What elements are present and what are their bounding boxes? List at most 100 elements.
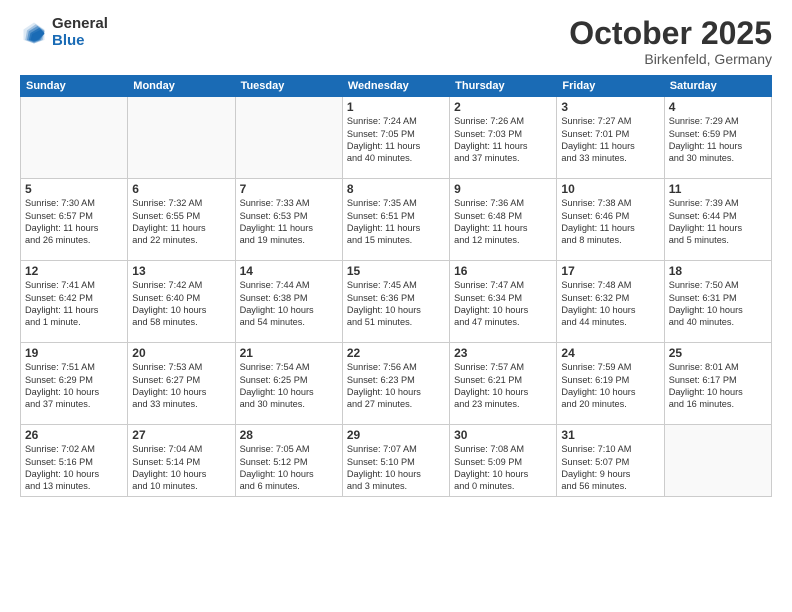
calendar-day-cell: 6Sunrise: 7:32 AM Sunset: 6:55 PM Daylig… xyxy=(128,179,235,261)
calendar-week-row: 5Sunrise: 7:30 AM Sunset: 6:57 PM Daylig… xyxy=(21,179,772,261)
day-number: 12 xyxy=(25,264,123,278)
calendar-day-cell: 1Sunrise: 7:24 AM Sunset: 7:05 PM Daylig… xyxy=(342,97,449,179)
day-info: Sunrise: 7:50 AM Sunset: 6:31 PM Dayligh… xyxy=(669,279,767,329)
day-info: Sunrise: 7:29 AM Sunset: 6:59 PM Dayligh… xyxy=(669,115,767,165)
calendar-day-cell xyxy=(128,97,235,179)
day-info: Sunrise: 7:38 AM Sunset: 6:46 PM Dayligh… xyxy=(561,197,659,247)
day-number: 4 xyxy=(669,100,767,114)
day-info: Sunrise: 7:24 AM Sunset: 7:05 PM Dayligh… xyxy=(347,115,445,165)
day-number: 2 xyxy=(454,100,552,114)
day-number: 7 xyxy=(240,182,338,196)
calendar-day-cell: 27Sunrise: 7:04 AM Sunset: 5:14 PM Dayli… xyxy=(128,425,235,497)
calendar-day-cell: 20Sunrise: 7:53 AM Sunset: 6:27 PM Dayli… xyxy=(128,343,235,425)
location-subtitle: Birkenfeld, Germany xyxy=(569,51,772,67)
day-info: Sunrise: 7:04 AM Sunset: 5:14 PM Dayligh… xyxy=(132,443,230,493)
day-number: 15 xyxy=(347,264,445,278)
day-info: Sunrise: 7:57 AM Sunset: 6:21 PM Dayligh… xyxy=(454,361,552,411)
calendar-day-cell: 11Sunrise: 7:39 AM Sunset: 6:44 PM Dayli… xyxy=(664,179,771,261)
day-number: 26 xyxy=(25,428,123,442)
day-number: 17 xyxy=(561,264,659,278)
weekday-header-monday: Monday xyxy=(128,76,235,97)
calendar-day-cell xyxy=(664,425,771,497)
day-number: 25 xyxy=(669,346,767,360)
day-info: Sunrise: 7:27 AM Sunset: 7:01 PM Dayligh… xyxy=(561,115,659,165)
weekday-header-row: SundayMondayTuesdayWednesdayThursdayFrid… xyxy=(21,76,772,97)
day-info: Sunrise: 7:48 AM Sunset: 6:32 PM Dayligh… xyxy=(561,279,659,329)
day-number: 27 xyxy=(132,428,230,442)
day-info: Sunrise: 7:42 AM Sunset: 6:40 PM Dayligh… xyxy=(132,279,230,329)
logo-general-text: General xyxy=(52,16,108,33)
day-info: Sunrise: 7:54 AM Sunset: 6:25 PM Dayligh… xyxy=(240,361,338,411)
day-info: Sunrise: 7:45 AM Sunset: 6:36 PM Dayligh… xyxy=(347,279,445,329)
calendar-day-cell: 23Sunrise: 7:57 AM Sunset: 6:21 PM Dayli… xyxy=(450,343,557,425)
calendar-week-row: 1Sunrise: 7:24 AM Sunset: 7:05 PM Daylig… xyxy=(21,97,772,179)
day-number: 19 xyxy=(25,346,123,360)
calendar-day-cell: 22Sunrise: 7:56 AM Sunset: 6:23 PM Dayli… xyxy=(342,343,449,425)
weekday-header-tuesday: Tuesday xyxy=(235,76,342,97)
day-number: 28 xyxy=(240,428,338,442)
day-number: 5 xyxy=(25,182,123,196)
day-number: 9 xyxy=(454,182,552,196)
day-info: Sunrise: 7:41 AM Sunset: 6:42 PM Dayligh… xyxy=(25,279,123,329)
calendar-day-cell: 30Sunrise: 7:08 AM Sunset: 5:09 PM Dayli… xyxy=(450,425,557,497)
calendar-day-cell: 5Sunrise: 7:30 AM Sunset: 6:57 PM Daylig… xyxy=(21,179,128,261)
calendar-day-cell: 29Sunrise: 7:07 AM Sunset: 5:10 PM Dayli… xyxy=(342,425,449,497)
day-info: Sunrise: 7:10 AM Sunset: 5:07 PM Dayligh… xyxy=(561,443,659,493)
calendar-day-cell: 7Sunrise: 7:33 AM Sunset: 6:53 PM Daylig… xyxy=(235,179,342,261)
calendar-day-cell: 15Sunrise: 7:45 AM Sunset: 6:36 PM Dayli… xyxy=(342,261,449,343)
calendar-table: SundayMondayTuesdayWednesdayThursdayFrid… xyxy=(20,75,772,497)
day-number: 8 xyxy=(347,182,445,196)
calendar-day-cell: 13Sunrise: 7:42 AM Sunset: 6:40 PM Dayli… xyxy=(128,261,235,343)
calendar-day-cell: 25Sunrise: 8:01 AM Sunset: 6:17 PM Dayli… xyxy=(664,343,771,425)
day-number: 21 xyxy=(240,346,338,360)
calendar-day-cell xyxy=(21,97,128,179)
calendar-day-cell: 4Sunrise: 7:29 AM Sunset: 6:59 PM Daylig… xyxy=(664,97,771,179)
weekday-header-thursday: Thursday xyxy=(450,76,557,97)
calendar-day-cell: 18Sunrise: 7:50 AM Sunset: 6:31 PM Dayli… xyxy=(664,261,771,343)
calendar-day-cell: 26Sunrise: 7:02 AM Sunset: 5:16 PM Dayli… xyxy=(21,425,128,497)
calendar-week-row: 19Sunrise: 7:51 AM Sunset: 6:29 PM Dayli… xyxy=(21,343,772,425)
calendar-day-cell xyxy=(235,97,342,179)
weekday-header-saturday: Saturday xyxy=(664,76,771,97)
day-info: Sunrise: 7:53 AM Sunset: 6:27 PM Dayligh… xyxy=(132,361,230,411)
page: General Blue October 2025 Birkenfeld, Ge… xyxy=(0,0,792,612)
day-number: 20 xyxy=(132,346,230,360)
title-area: October 2025 Birkenfeld, Germany xyxy=(569,16,772,67)
header: General Blue October 2025 Birkenfeld, Ge… xyxy=(20,16,772,67)
day-info: Sunrise: 7:56 AM Sunset: 6:23 PM Dayligh… xyxy=(347,361,445,411)
calendar-day-cell: 14Sunrise: 7:44 AM Sunset: 6:38 PM Dayli… xyxy=(235,261,342,343)
weekday-header-friday: Friday xyxy=(557,76,664,97)
day-number: 16 xyxy=(454,264,552,278)
day-number: 6 xyxy=(132,182,230,196)
day-number: 14 xyxy=(240,264,338,278)
logo: General Blue xyxy=(20,16,108,49)
day-info: Sunrise: 7:05 AM Sunset: 5:12 PM Dayligh… xyxy=(240,443,338,493)
logo-icon xyxy=(20,19,48,47)
day-number: 31 xyxy=(561,428,659,442)
weekday-header-sunday: Sunday xyxy=(21,76,128,97)
calendar-day-cell: 10Sunrise: 7:38 AM Sunset: 6:46 PM Dayli… xyxy=(557,179,664,261)
calendar-day-cell: 12Sunrise: 7:41 AM Sunset: 6:42 PM Dayli… xyxy=(21,261,128,343)
calendar-day-cell: 28Sunrise: 7:05 AM Sunset: 5:12 PM Dayli… xyxy=(235,425,342,497)
day-info: Sunrise: 7:36 AM Sunset: 6:48 PM Dayligh… xyxy=(454,197,552,247)
day-info: Sunrise: 7:07 AM Sunset: 5:10 PM Dayligh… xyxy=(347,443,445,493)
day-info: Sunrise: 7:44 AM Sunset: 6:38 PM Dayligh… xyxy=(240,279,338,329)
calendar-day-cell: 2Sunrise: 7:26 AM Sunset: 7:03 PM Daylig… xyxy=(450,97,557,179)
day-number: 30 xyxy=(454,428,552,442)
calendar-day-cell: 3Sunrise: 7:27 AM Sunset: 7:01 PM Daylig… xyxy=(557,97,664,179)
weekday-header-wednesday: Wednesday xyxy=(342,76,449,97)
calendar-day-cell: 21Sunrise: 7:54 AM Sunset: 6:25 PM Dayli… xyxy=(235,343,342,425)
day-number: 10 xyxy=(561,182,659,196)
day-number: 29 xyxy=(347,428,445,442)
day-info: Sunrise: 7:39 AM Sunset: 6:44 PM Dayligh… xyxy=(669,197,767,247)
day-info: Sunrise: 7:26 AM Sunset: 7:03 PM Dayligh… xyxy=(454,115,552,165)
month-title: October 2025 xyxy=(569,16,772,51)
day-info: Sunrise: 7:08 AM Sunset: 5:09 PM Dayligh… xyxy=(454,443,552,493)
calendar-day-cell: 31Sunrise: 7:10 AM Sunset: 5:07 PM Dayli… xyxy=(557,425,664,497)
day-number: 13 xyxy=(132,264,230,278)
calendar-day-cell: 24Sunrise: 7:59 AM Sunset: 6:19 PM Dayli… xyxy=(557,343,664,425)
calendar-day-cell: 19Sunrise: 7:51 AM Sunset: 6:29 PM Dayli… xyxy=(21,343,128,425)
day-info: Sunrise: 7:30 AM Sunset: 6:57 PM Dayligh… xyxy=(25,197,123,247)
day-info: Sunrise: 7:02 AM Sunset: 5:16 PM Dayligh… xyxy=(25,443,123,493)
day-number: 1 xyxy=(347,100,445,114)
